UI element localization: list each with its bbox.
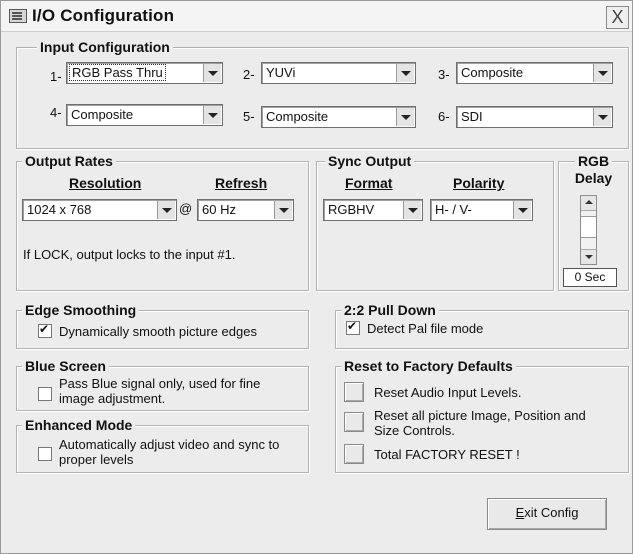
pal-mode-label: Detect Pal file mode xyxy=(367,321,484,336)
refresh-value: 60 Hz xyxy=(202,202,236,217)
input-slot-5-select[interactable]: Composite xyxy=(261,106,416,128)
edge-smoothing-label: Dynamically smooth picture edges xyxy=(59,324,257,339)
rgb-delay-value: 0 Sec xyxy=(563,268,617,287)
enhanced-mode-line1: Automatically adjust video and sync to xyxy=(59,437,280,452)
input-slot-2-value: YUVi xyxy=(266,65,296,80)
resolution-value: 1024 x 768 xyxy=(27,202,92,217)
input-slot-6-select[interactable]: SDI xyxy=(456,106,613,128)
sync-format-select[interactable]: RGBHV xyxy=(323,199,423,221)
pal-mode-checkbox[interactable] xyxy=(346,319,360,335)
enhanced-mode-line2: proper levels xyxy=(59,452,134,467)
chevron-down-icon[interactable] xyxy=(157,201,175,219)
polarity-header: Polarity xyxy=(453,175,505,191)
input-configuration-legend: Input Configuration xyxy=(37,38,173,56)
sync-output-legend: Sync Output xyxy=(325,152,415,170)
rgb-delay-scrollbar[interactable] xyxy=(580,195,597,265)
input-slot-3-select[interactable]: Composite xyxy=(456,62,613,84)
scroll-thumb[interactable] xyxy=(581,216,596,238)
close-icon: X xyxy=(611,7,624,27)
input-slot-3-value: Composite xyxy=(461,65,524,80)
rgb-delay-title-line2: Delay xyxy=(571,170,616,187)
chevron-down-icon xyxy=(585,255,593,259)
resolution-header: Resolution xyxy=(69,175,142,191)
reset-picture-line1: Reset all picture Image, Position and xyxy=(374,408,586,423)
sync-format-value: RGBHV xyxy=(328,202,375,217)
chevron-down-icon[interactable] xyxy=(593,64,611,82)
enhanced-mode-checkbox[interactable] xyxy=(38,447,52,461)
blue-screen-line1: Pass Blue signal only, used for fine xyxy=(59,376,261,391)
input-slot-6-value: SDI xyxy=(461,109,483,124)
total-reset-button[interactable] xyxy=(344,444,364,464)
io-config-window: I/O Configuration X Input Configuration … xyxy=(0,0,633,554)
refresh-select[interactable]: 60 Hz xyxy=(197,199,294,221)
chevron-down-icon[interactable] xyxy=(513,201,531,219)
chevron-down-icon[interactable] xyxy=(274,201,292,219)
refresh-header: Refresh xyxy=(215,175,268,191)
input-slot-4-select[interactable]: Composite xyxy=(66,104,223,126)
chevron-down-icon[interactable] xyxy=(203,64,221,82)
reset-defaults-legend: Reset to Factory Defaults xyxy=(341,357,516,375)
input-slot-1-label: 1- xyxy=(50,69,62,84)
input-slot-4-value: Composite xyxy=(71,107,134,122)
chevron-down-icon[interactable] xyxy=(396,64,414,82)
chevron-down-icon[interactable] xyxy=(593,108,611,126)
input-slot-5-label: 5- xyxy=(243,109,255,124)
window-title: I/O Configuration xyxy=(32,6,175,25)
input-slot-2-label: 2- xyxy=(243,67,255,82)
title-bar[interactable]: I/O Configuration X xyxy=(1,1,632,32)
polarity-select[interactable]: H- / V- xyxy=(430,199,533,221)
close-button[interactable]: X xyxy=(606,6,629,29)
blue-screen-label: Pass Blue signal only, used for fine ima… xyxy=(59,376,260,406)
input-slot-1-select[interactable]: RGB Pass Thru xyxy=(66,62,223,84)
rgb-delay-title: RGB Delay xyxy=(558,153,629,187)
reset-picture-line2: Size Controls. xyxy=(374,423,455,438)
chevron-down-icon[interactable] xyxy=(203,106,221,124)
reset-picture-label: Reset all picture Image, Position and Si… xyxy=(374,408,586,438)
edge-smoothing-checkbox[interactable] xyxy=(38,322,52,338)
pull-down-legend: 2:2 Pull Down xyxy=(341,301,439,319)
lock-note: If LOCK, output locks to the input #1. xyxy=(23,247,236,262)
input-slot-3-label: 3- xyxy=(438,67,450,82)
total-reset-label: Total FACTORY RESET ! xyxy=(374,447,520,462)
chevron-down-icon[interactable] xyxy=(396,108,414,126)
edge-smoothing-legend: Edge Smoothing xyxy=(22,301,140,319)
input-slot-1-value: RGB Pass Thru xyxy=(69,64,166,81)
input-slot-5-value: Composite xyxy=(266,109,329,124)
scroll-down-button[interactable] xyxy=(581,249,596,264)
reset-picture-button[interactable] xyxy=(344,412,364,432)
input-slot-2-select[interactable]: YUVi xyxy=(261,62,416,84)
polarity-value: H- / V- xyxy=(435,202,472,217)
blue-screen-line2: image adjustment. xyxy=(59,391,166,406)
blue-screen-checkbox[interactable] xyxy=(38,387,52,401)
input-slot-4-label: 4- xyxy=(50,105,62,120)
at-symbol: @ xyxy=(179,201,193,216)
exit-config-button[interactable]: Exit Config xyxy=(487,498,607,530)
enhanced-mode-label: Automatically adjust video and sync to p… xyxy=(59,437,279,467)
reset-audio-button[interactable] xyxy=(344,382,364,402)
reset-audio-label: Reset Audio Input Levels. xyxy=(374,385,522,400)
exit-label: xit Config xyxy=(524,505,579,520)
scroll-up-button[interactable] xyxy=(581,196,596,211)
rgb-delay-title-line1: RGB xyxy=(574,153,613,170)
exit-mnemonic: E xyxy=(515,505,525,520)
chevron-up-icon xyxy=(585,200,593,204)
enhanced-mode-legend: Enhanced Mode xyxy=(22,416,136,434)
blue-screen-legend: Blue Screen xyxy=(22,357,109,375)
chevron-down-icon[interactable] xyxy=(403,201,421,219)
app-icon xyxy=(9,9,27,23)
input-slot-6-label: 6- xyxy=(438,109,450,124)
resolution-select[interactable]: 1024 x 768 xyxy=(22,199,177,221)
format-header: Format xyxy=(345,175,393,191)
output-rates-legend: Output Rates xyxy=(22,152,116,170)
